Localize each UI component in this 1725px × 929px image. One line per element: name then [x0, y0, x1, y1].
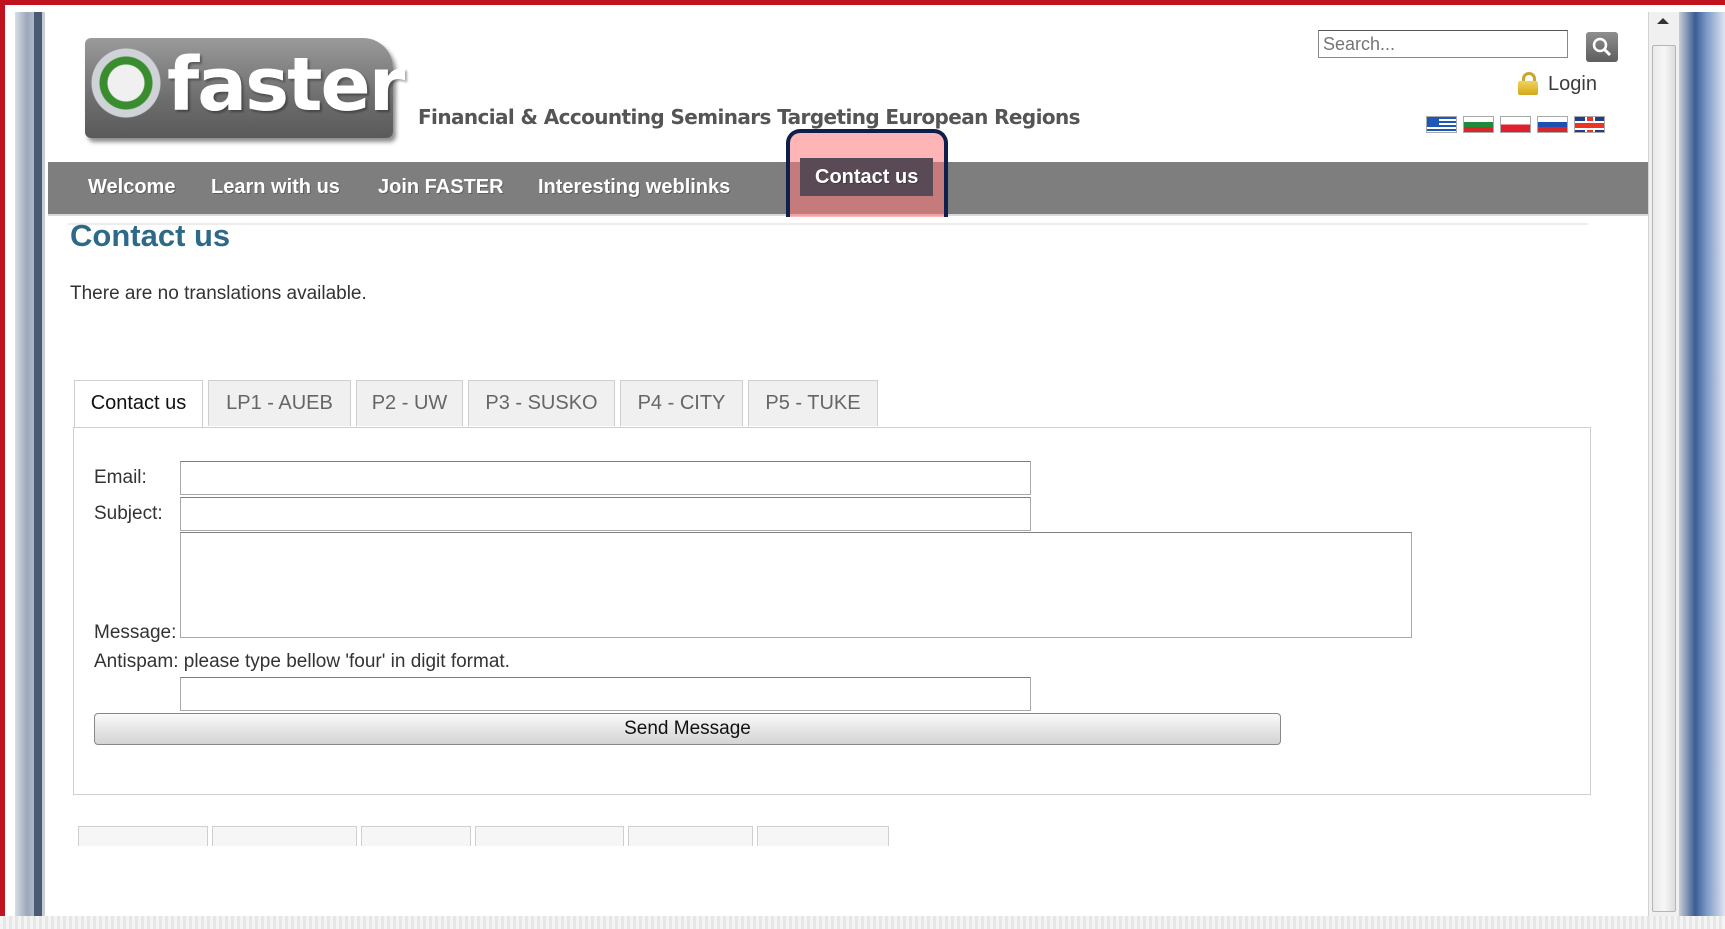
- subject-field[interactable]: [180, 497, 1031, 531]
- lower-tab[interactable]: [78, 826, 208, 846]
- polish-flag-icon[interactable]: [1500, 116, 1531, 133]
- send-message-button[interactable]: Send Message: [94, 713, 1281, 745]
- lower-tab[interactable]: [757, 826, 889, 846]
- lower-tab[interactable]: [475, 826, 624, 846]
- tab-contact-us[interactable]: Contact us: [74, 380, 203, 428]
- page-title: Contact us: [70, 218, 231, 253]
- nav-item-welcome[interactable]: Welcome: [88, 162, 175, 214]
- nav-underline: [68, 223, 1588, 225]
- faster-logo[interactable]: faster: [85, 38, 405, 138]
- scrollbar-thumb[interactable]: [1652, 45, 1676, 912]
- gear-logo-icon: [91, 48, 161, 118]
- translation-notice: There are no translations available.: [70, 283, 367, 304]
- message-textarea[interactable]: [180, 532, 1412, 638]
- lock-icon: [1518, 72, 1538, 96]
- lower-tab[interactable]: [628, 826, 753, 846]
- lower-tab[interactable]: [212, 826, 357, 846]
- search-icon: [1592, 37, 1612, 57]
- nav-item-contact-us[interactable]: Contact us: [800, 158, 934, 196]
- left-window-edge-dark: [34, 12, 42, 916]
- greek-flag-icon[interactable]: [1426, 116, 1457, 133]
- nav-item-learn-with-us[interactable]: Learn with us: [211, 162, 340, 214]
- bulgarian-flag-icon[interactable]: [1463, 116, 1494, 133]
- nav-item-join-faster[interactable]: Join FASTER: [378, 162, 504, 214]
- email-label: Email:: [94, 467, 147, 488]
- contact-form-panel: Email: Subject: Message: Antispam: pleas…: [73, 427, 1591, 795]
- tab-p4-city[interactable]: P4 - CITY: [620, 380, 743, 426]
- right-window-edge: [1679, 12, 1725, 916]
- english-flag-icon[interactable]: [1574, 116, 1605, 133]
- nav-item-interesting-weblinks[interactable]: Interesting weblinks: [538, 162, 730, 214]
- language-flags: [1426, 116, 1605, 133]
- site-tagline: Financial & Accounting Seminars Targetin…: [418, 105, 1081, 129]
- login-link[interactable]: Login: [1518, 72, 1597, 96]
- tab-lp1-aueb[interactable]: LP1 - AUEB: [208, 380, 351, 426]
- slovak-flag-icon[interactable]: [1537, 116, 1568, 133]
- tab-p3-susko[interactable]: P3 - SUSKO: [468, 380, 615, 426]
- vertical-scrollbar[interactable]: [1648, 12, 1679, 916]
- lower-tab[interactable]: [361, 826, 471, 846]
- message-label: Message:: [94, 622, 177, 643]
- search-button[interactable]: [1586, 32, 1618, 62]
- email-field[interactable]: [180, 461, 1031, 495]
- logo-text: faster: [167, 42, 405, 128]
- login-label: Login: [1548, 72, 1597, 95]
- bottom-window-edge: [0, 916, 1725, 929]
- tab-p5-tuke[interactable]: P5 - TUKE: [748, 380, 878, 426]
- antispam-field[interactable]: [180, 677, 1031, 711]
- tab-p2-uw[interactable]: P2 - UW: [356, 380, 463, 426]
- subject-label: Subject:: [94, 503, 163, 524]
- antispam-label: Antispam: please type bellow 'four' in d…: [94, 651, 510, 672]
- search-input[interactable]: [1318, 30, 1568, 58]
- scroll-up-icon[interactable]: [1657, 18, 1669, 24]
